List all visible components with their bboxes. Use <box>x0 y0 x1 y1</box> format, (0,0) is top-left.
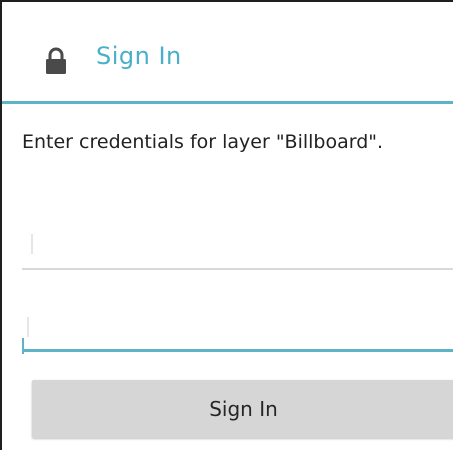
username-input[interactable] <box>22 230 453 270</box>
password-focus-edge <box>22 338 24 354</box>
sign-in-button[interactable]: Sign In <box>32 380 453 438</box>
password-cursor <box>27 317 29 337</box>
dialog-header: Sign In <box>2 2 453 104</box>
sign-in-dialog: Sign In Enter credentials for layer "Bil… <box>0 0 453 450</box>
credentials-message: Enter credentials for layer "Billboard". <box>22 131 384 153</box>
username-cursor <box>31 234 33 254</box>
password-input[interactable] <box>22 312 453 352</box>
dialog-title: Sign In <box>96 42 182 70</box>
lock-icon <box>44 47 68 75</box>
